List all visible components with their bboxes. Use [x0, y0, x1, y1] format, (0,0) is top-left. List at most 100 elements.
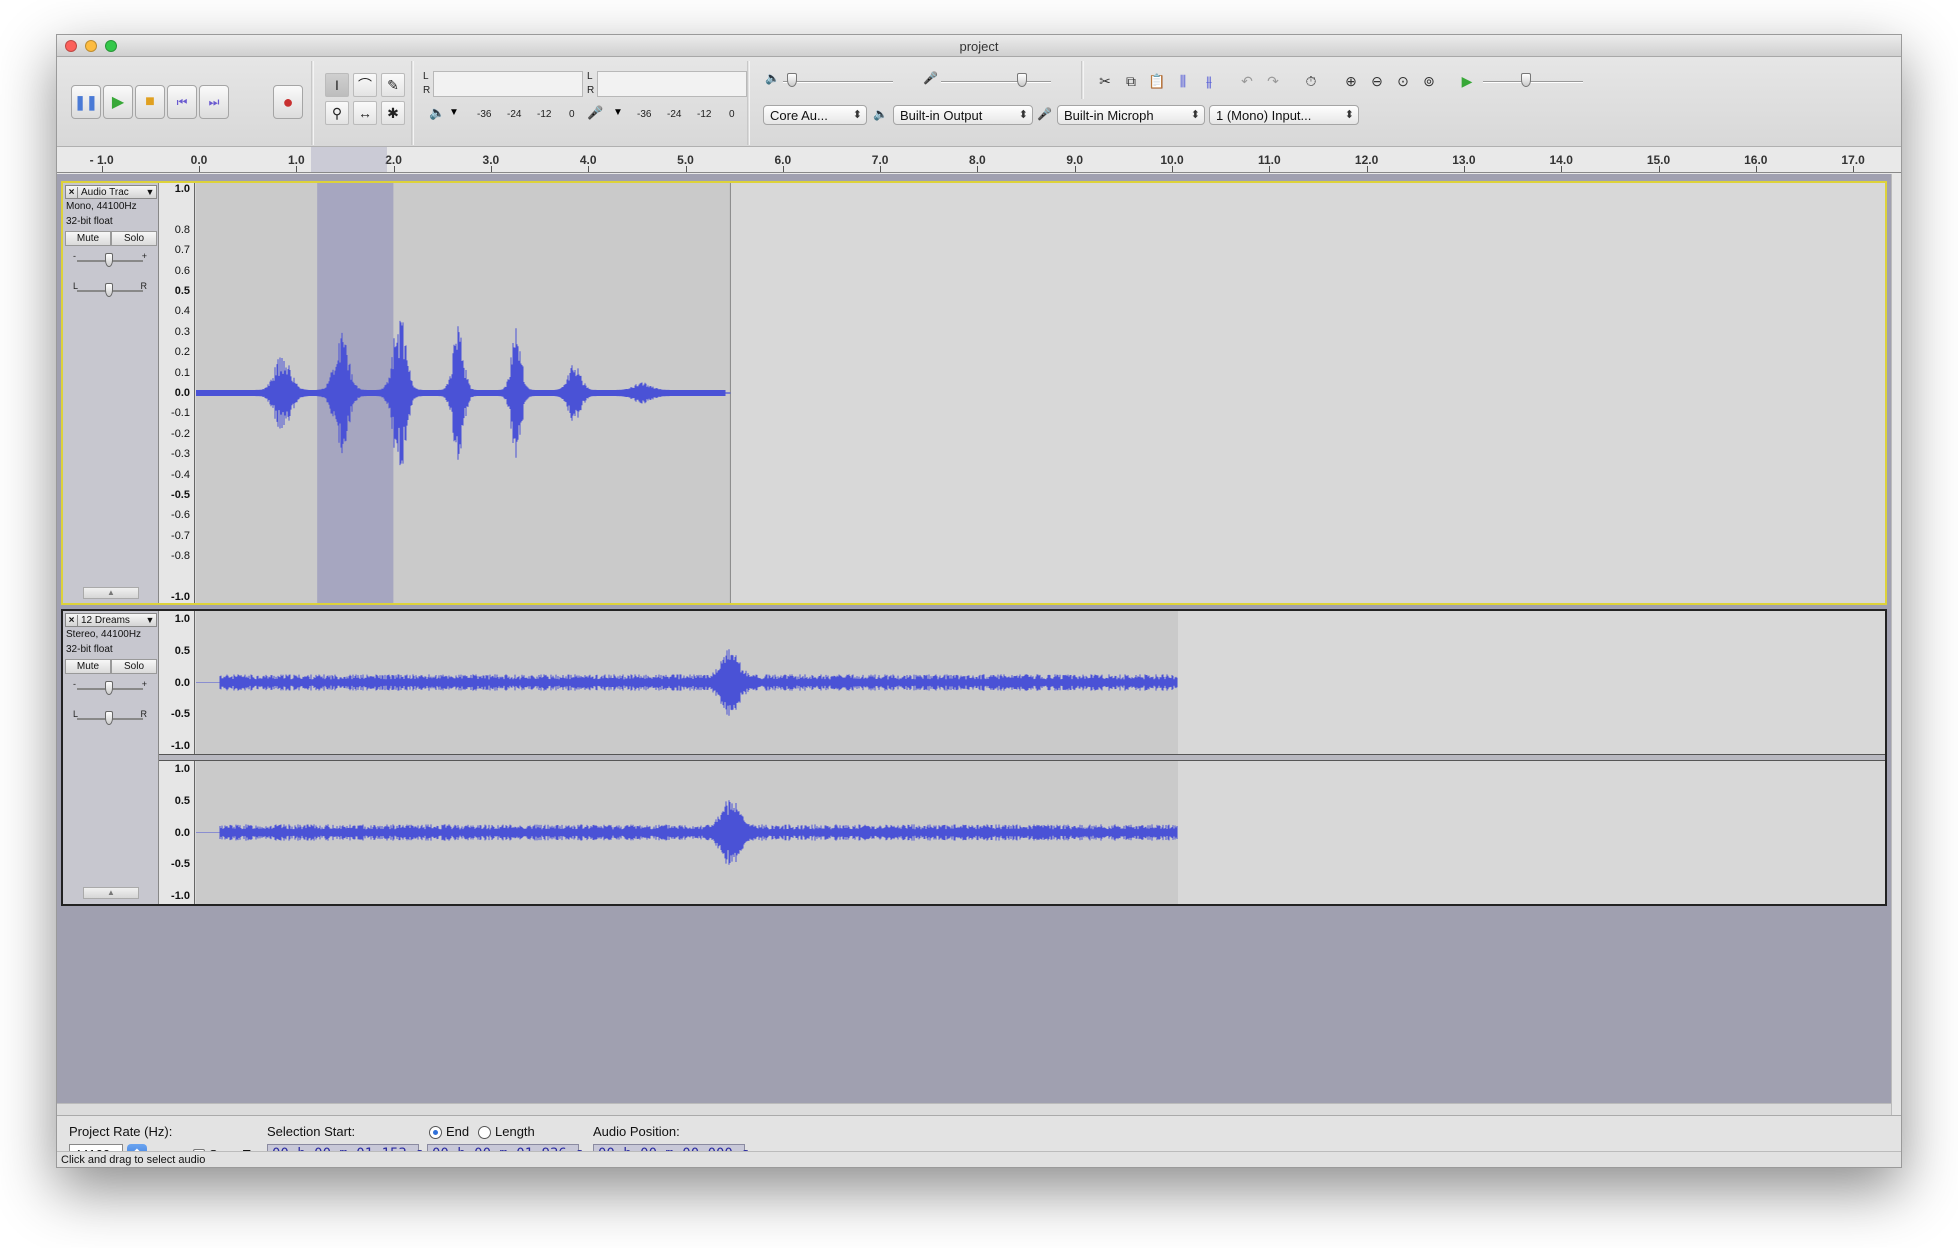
input-volume-slider[interactable]: [1017, 73, 1027, 87]
playback-meter[interactable]: [433, 71, 583, 97]
trim-button[interactable]: ⫼: [1171, 69, 1195, 93]
input-channels-select[interactable]: 1 (Mono) Input...: [1209, 105, 1359, 125]
track-name[interactable]: 12 Dreams: [78, 615, 144, 626]
chevron-down-icon[interactable]: ▼: [613, 107, 623, 118]
silence-button[interactable]: ⫵: [1197, 69, 1221, 93]
stop-button[interactable]: ■: [135, 85, 165, 119]
solo-button[interactable]: Solo: [111, 231, 157, 246]
ruler-label: 2.0: [385, 153, 402, 167]
ruler-tick: [782, 166, 784, 172]
selection-start-label: Selection Start:: [267, 1124, 356, 1139]
close-track-icon[interactable]: ×: [66, 186, 78, 198]
play-speed-track: [1483, 81, 1583, 83]
cut-button[interactable]: ✂: [1093, 69, 1117, 93]
mute-button[interactable]: Mute: [65, 231, 111, 246]
zoom-in-button[interactable]: ⊕: [1339, 69, 1363, 93]
ruler-label: 14.0: [1549, 153, 1573, 167]
scale-label: -0.5: [171, 858, 190, 871]
collapse-track-button[interactable]: ▲: [83, 887, 139, 899]
track-name[interactable]: Audio Trac: [78, 187, 144, 198]
timeline-ruler[interactable]: - 1.0 0.0 1.0 2.0 3.0 4.0 5.0 6.0 7.0 8.0 9.0 10.0 1…: [57, 147, 1901, 173]
channel-separator: [159, 754, 1885, 761]
length-radio[interactable]: [478, 1126, 491, 1139]
track-panel: × Audio Trac ▼ Mono, 44100Hz 32-bit floa…: [57, 174, 1891, 1114]
play-button[interactable]: ▶: [103, 85, 133, 119]
horizontal-scrollbar[interactable]: [57, 1103, 1891, 1115]
record-button[interactable]: ●: [273, 85, 303, 119]
solo-button[interactable]: Solo: [111, 659, 157, 674]
zoom-out-icon: ⊖: [1371, 72, 1383, 89]
skip-to-end-button[interactable]: ⏭: [199, 85, 229, 119]
sync-lock-button[interactable]: ⏱: [1299, 69, 1323, 93]
waveform: [195, 183, 731, 603]
ruler-label: 16.0: [1744, 153, 1768, 167]
scale-label: -1.0: [171, 740, 190, 752]
selection-tool[interactable]: I: [325, 73, 349, 97]
ruler-tick: [490, 166, 492, 172]
ruler-label: 6.0: [774, 153, 792, 167]
scale-label: 0.0: [174, 387, 190, 399]
audio-track[interactable]: × 12 Dreams ▼ Stereo, 44100Hz 32-bit flo…: [61, 609, 1887, 906]
chevron-down-icon[interactable]: ▼: [144, 187, 156, 197]
scale-label: 0.3: [174, 325, 190, 338]
envelope-tool[interactable]: ⌒: [353, 73, 377, 97]
microphone-icon[interactable]: 🎤: [587, 105, 603, 121]
collapse-track-button[interactable]: ▲: [83, 587, 139, 599]
gain-slider[interactable]: - +: [73, 251, 147, 269]
waveform-area[interactable]: [195, 183, 1885, 603]
pan-slider[interactable]: LR: [73, 281, 147, 299]
play-speed-slider[interactable]: [1521, 73, 1531, 87]
fit-project-button[interactable]: ⊚: [1417, 69, 1441, 93]
scale-label: -0.5: [171, 489, 190, 501]
pan-slider[interactable]: LR: [73, 709, 147, 727]
recording-meter[interactable]: [597, 71, 747, 97]
scale-label: 0.0: [174, 826, 190, 839]
ruler-label: 8.0: [969, 153, 986, 167]
zoom-out-button[interactable]: ⊖: [1365, 69, 1389, 93]
output-device-select[interactable]: Built-in Output: [893, 105, 1033, 125]
waveform-area-left[interactable]: [195, 611, 1885, 754]
separator: [747, 61, 750, 145]
scale-label: 0.1: [174, 366, 190, 379]
ruler-label: 3.0: [482, 153, 500, 167]
ruler-tick: [588, 166, 590, 172]
speaker-icon[interactable]: 🔈: [429, 105, 445, 121]
timeshift-tool[interactable]: ↔: [353, 101, 377, 125]
separator: [411, 61, 414, 145]
draw-tool[interactable]: ✎: [381, 73, 405, 97]
skip-start-icon: ⏮: [176, 94, 188, 109]
waveform: [195, 611, 1178, 754]
input-device-select[interactable]: Built-in Microph: [1057, 105, 1205, 125]
vertical-scrollbar[interactable]: [1891, 174, 1901, 1115]
skip-to-start-button[interactable]: ⏮: [167, 85, 197, 119]
waveform-area-right[interactable]: [195, 761, 1885, 904]
audio-host-select[interactable]: Core Au...: [763, 105, 867, 125]
scale-label: -0.2: [171, 427, 190, 440]
output-volume-slider[interactable]: [787, 73, 797, 87]
gain-slider[interactable]: - +: [73, 679, 147, 697]
paste-button[interactable]: 📋: [1145, 69, 1169, 93]
copy-button[interactable]: ⧉: [1119, 69, 1143, 93]
waveform: [195, 761, 1178, 904]
scale-label: 1.0: [174, 763, 190, 775]
audio-track[interactable]: × Audio Trac ▼ Mono, 44100Hz 32-bit floa…: [61, 181, 1887, 605]
end-radio[interactable]: [429, 1126, 442, 1139]
silence-icon: ⫵: [1205, 72, 1213, 89]
redo-button[interactable]: ↷: [1261, 69, 1285, 93]
play-at-speed-button[interactable]: ▶: [1455, 69, 1479, 93]
chevron-down-icon[interactable]: ▼: [144, 615, 156, 625]
undo-button[interactable]: ↶: [1235, 69, 1259, 93]
pause-button[interactable]: ❚❚: [71, 85, 101, 119]
microphone-icon: 🎤: [1037, 107, 1052, 121]
close-track-icon[interactable]: ×: [66, 614, 78, 626]
chevron-down-icon[interactable]: ▼: [449, 107, 459, 118]
zoom-tool[interactable]: ⚲: [325, 101, 349, 125]
paste-icon: 📋: [1148, 72, 1166, 89]
fit-selection-button[interactable]: ⊙: [1391, 69, 1415, 93]
track-bitdepth: 32-bit float: [66, 644, 113, 655]
mute-button[interactable]: Mute: [65, 659, 111, 674]
scale-label: 0.8: [174, 223, 190, 236]
ruler-label: 11.0: [1257, 153, 1281, 167]
separator: [311, 61, 314, 145]
multi-tool[interactable]: ✱: [381, 101, 405, 125]
